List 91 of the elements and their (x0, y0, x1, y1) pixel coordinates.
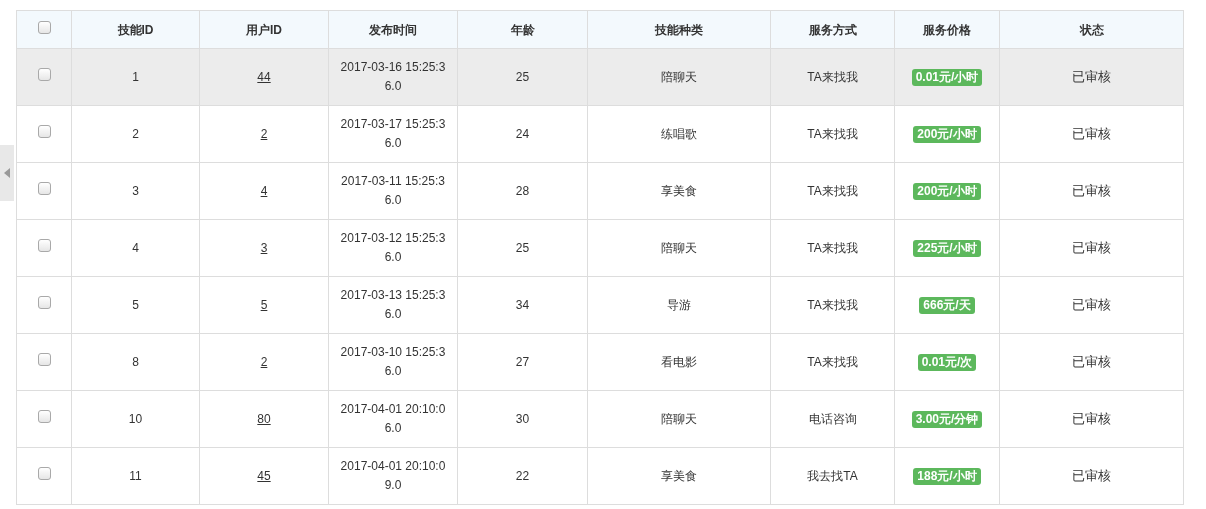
price-badge: 666元/天 (919, 297, 975, 314)
collapse-handle[interactable] (0, 145, 14, 201)
table-cell: 已审核 (999, 276, 1184, 334)
table-cell: TA来找我 (770, 105, 895, 163)
table-row[interactable]: 4 3 2017-03-12 15:25:36.0 25 陪聊天 TA来找我 225元/小时 已审核 (16, 219, 1184, 277)
user-id-link[interactable]: 3 (260, 241, 268, 255)
column-header: 年龄 (457, 10, 588, 49)
table-cell: TA来找我 (770, 276, 895, 334)
checkbox[interactable] (37, 182, 51, 195)
user-id-link[interactable]: 45 (257, 469, 271, 483)
table-cell: 28 (457, 162, 588, 220)
table-cell: 22 (457, 447, 588, 505)
checkbox[interactable] (37, 20, 51, 34)
table-cell: 34 (457, 276, 588, 334)
table-cell: 2017-03-10 15:25:36.0 (328, 333, 458, 391)
checkbox[interactable] (37, 353, 51, 366)
table-cell: 已审核 (999, 162, 1184, 220)
column-header: 服务价格 (894, 10, 1000, 49)
price-badge: 200元/小时 (913, 126, 981, 143)
table-cell: 已审核 (999, 390, 1184, 448)
column-header: 服务方式 (770, 10, 895, 49)
table-cell: 2017-03-16 15:25:36.0 (328, 48, 458, 106)
table-row[interactable]: 3 4 2017-03-11 15:25:36.0 28 享美食 TA来找我 200元/小时 已审核 (16, 162, 1184, 220)
table-cell: TA来找我 (770, 48, 895, 106)
table-cell: 24 (457, 105, 588, 163)
table-cell: 2017-03-11 15:25:36.0 (328, 162, 458, 220)
price-badge: 3.00元/分钟 (911, 411, 983, 428)
checkbox[interactable] (37, 68, 51, 81)
table-row[interactable]: 2 2 2017-03-17 15:25:36.0 24 练唱歌 TA来找我 200元/小时 已审核 (16, 105, 1184, 163)
table-cell: 2017-04-01 20:10:09.0 (328, 447, 458, 505)
table-cell: 10 (71, 390, 200, 448)
table-cell: 享美食 (587, 447, 771, 505)
column-header: 用户ID (199, 10, 329, 49)
table-cell: TA来找我 (770, 219, 895, 277)
table-cell: TA来找我 (770, 162, 895, 220)
column-header: 状态 (999, 10, 1184, 49)
column-header: 技能ID (71, 10, 200, 49)
checkbox[interactable] (37, 410, 51, 423)
table-cell: 我去找TA (770, 447, 895, 505)
checkbox[interactable] (37, 467, 51, 480)
table-cell: 导游 (587, 276, 771, 334)
table-cell: 已审核 (999, 48, 1184, 106)
table-cell: 4 (71, 219, 200, 277)
table-row[interactable]: 10 80 2017-04-01 20:10:06.0 30 陪聊天 电话咨询 3.00元/分钟 已审核 (16, 390, 1184, 448)
price-badge: 225元/小时 (913, 240, 981, 257)
price-badge: 0.01元/次 (917, 354, 977, 371)
table-cell: 已审核 (999, 333, 1184, 391)
table-row[interactable]: 5 5 2017-03-13 15:25:36.0 34 导游 TA来找我 666元/天 已审核 (16, 276, 1184, 334)
table-cell: 3 (71, 162, 200, 220)
table-cell: 5 (71, 276, 200, 334)
user-id-link[interactable]: 2 (260, 355, 268, 369)
table-cell: 25 (457, 48, 588, 106)
table-cell: 2017-03-12 15:25:36.0 (328, 219, 458, 277)
table-cell: 2017-03-17 15:25:36.0 (328, 105, 458, 163)
table-cell: 电话咨询 (770, 390, 895, 448)
table-cell: 陪聊天 (587, 390, 771, 448)
price-badge: 188元/小时 (913, 468, 981, 485)
table-cell: 陪聊天 (587, 48, 771, 106)
user-id-link[interactable]: 44 (257, 70, 271, 84)
table-cell: 已审核 (999, 447, 1184, 505)
table-cell: 已审核 (999, 219, 1184, 277)
user-id-link[interactable]: 80 (257, 412, 271, 426)
checkbox[interactable] (37, 125, 51, 138)
price-badge: 200元/小时 (913, 183, 981, 200)
table-cell: TA来找我 (770, 333, 895, 391)
table-cell: 享美食 (587, 162, 771, 220)
column-header: 技能种类 (587, 10, 771, 49)
table-cell: 30 (457, 390, 588, 448)
table-cell: 27 (457, 333, 588, 391)
checkbox[interactable] (37, 296, 51, 309)
table-row[interactable]: 8 2 2017-03-10 15:25:36.0 27 看电影 TA来找我 0.01元/次 已审核 (16, 333, 1184, 391)
price-badge: 0.01元/小时 (911, 69, 983, 86)
table-row[interactable]: 1 44 2017-03-16 15:25:36.0 25 陪聊天 TA来找我 0.01元/小时 已审核 (16, 48, 1184, 106)
table-cell: 25 (457, 219, 588, 277)
column-header: 发布时间 (328, 10, 458, 49)
left-arrow-icon (4, 168, 10, 178)
table-cell: 2017-04-01 20:10:06.0 (328, 390, 458, 448)
user-id-link[interactable]: 2 (260, 127, 268, 141)
table-cell: 8 (71, 333, 200, 391)
checkbox[interactable] (37, 239, 51, 252)
table-cell: 2017-03-13 15:25:36.0 (328, 276, 458, 334)
table-cell: 11 (71, 447, 200, 505)
user-id-link[interactable]: 5 (260, 298, 268, 312)
user-id-link[interactable]: 4 (260, 184, 268, 198)
table-cell: 2 (71, 105, 200, 163)
table-cell: 练唱歌 (587, 105, 771, 163)
table-cell: 看电影 (587, 333, 771, 391)
table-row[interactable]: 11 45 2017-04-01 20:10:09.0 22 享美食 我去找TA 188元/小时 已审核 (16, 447, 1184, 505)
table-cell: 1 (71, 48, 200, 106)
table-cell: 已审核 (999, 105, 1184, 163)
table-cell: 陪聊天 (587, 219, 771, 277)
